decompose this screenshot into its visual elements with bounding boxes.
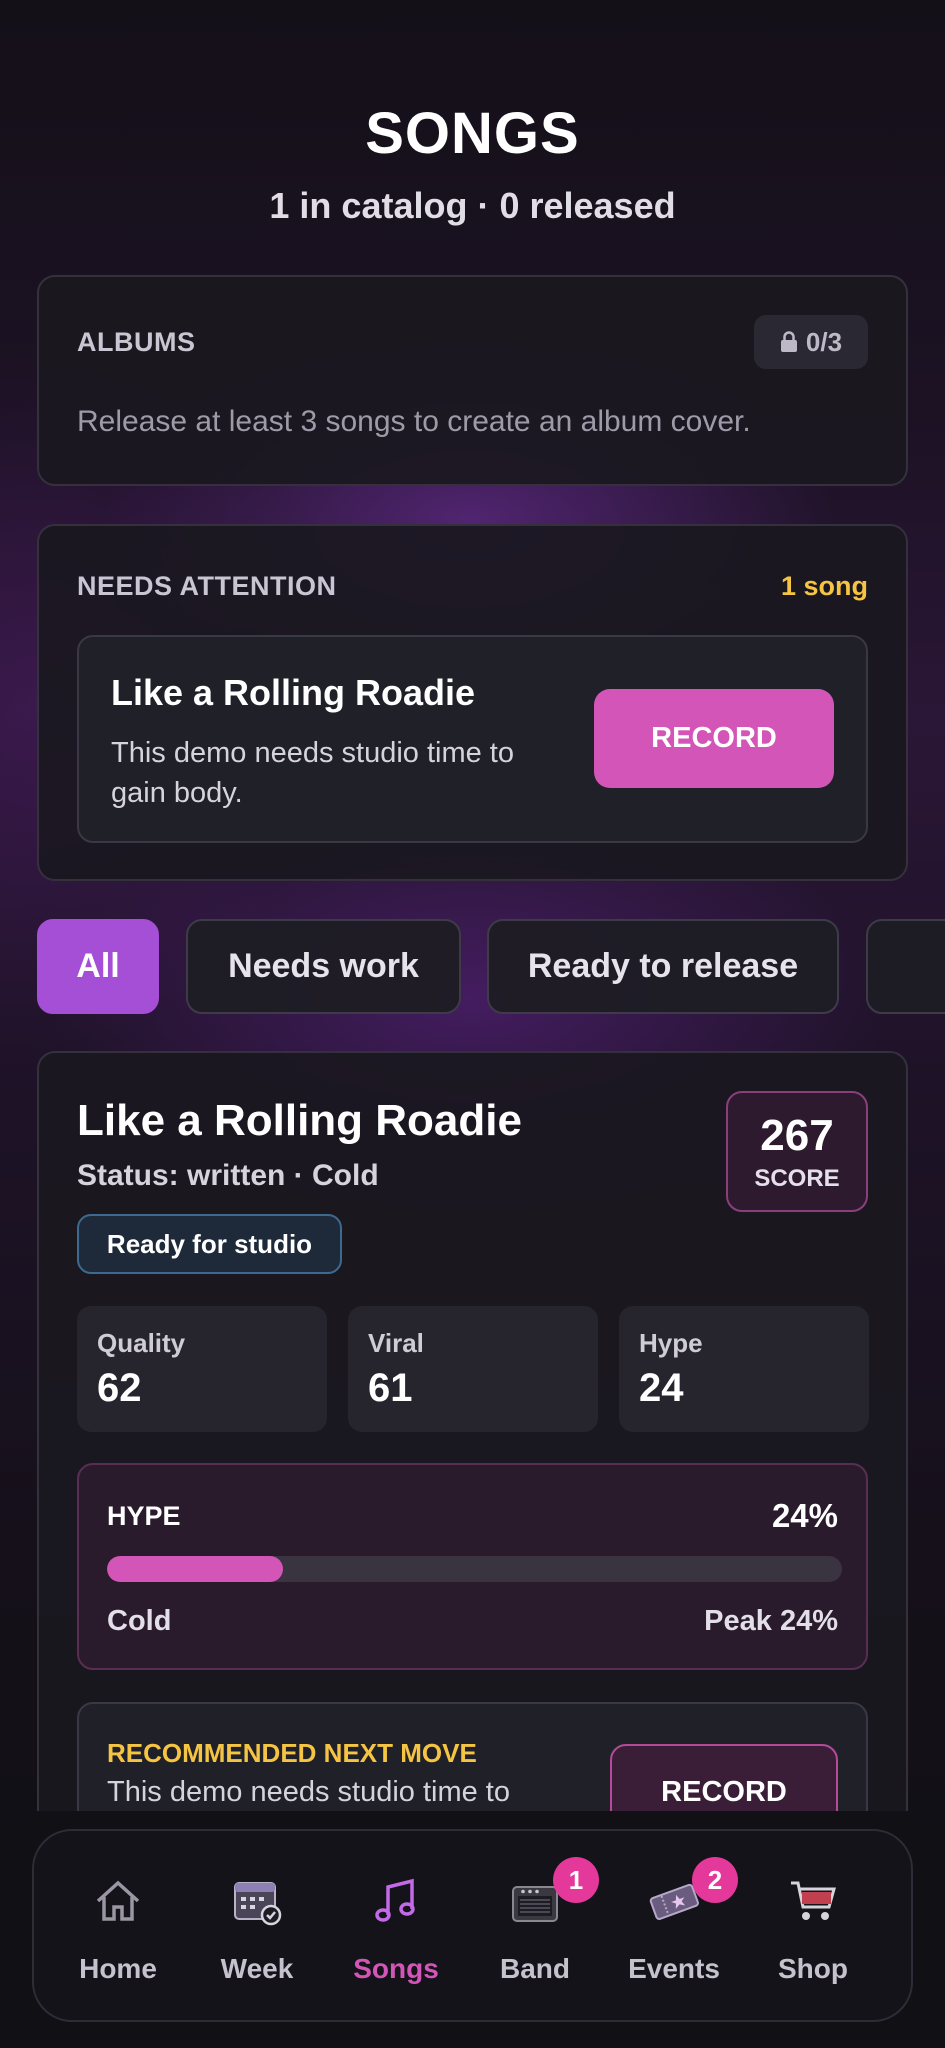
attention-song-description: This demo needs studio time to gain body… — [111, 737, 514, 809]
nav-item-shop[interactable]: Shop — [743, 1831, 883, 2024]
albums-label: ALBUMS — [77, 327, 196, 357]
needs-attention-count: 1 song — [780, 571, 868, 601]
album-lock-count: 0/3 — [805, 326, 843, 357]
nav-label: Home — [79, 1953, 157, 1984]
nav-item-events[interactable]: 2 Events — [604, 1831, 744, 2024]
status-badge: Ready for studio — [77, 1214, 342, 1274]
recommendation-description: This demo needs studio time to — [107, 1776, 510, 1808]
hype-percent: 24% — [771, 1497, 838, 1534]
nav-label: Shop — [778, 1953, 848, 1984]
score-value: 267 — [760, 1111, 834, 1160]
hype-progress-bar — [107, 1556, 842, 1582]
nav-item-band[interactable]: 1 Band — [465, 1831, 605, 2024]
nav-label: Band — [500, 1953, 570, 1984]
nav-label: Week — [220, 1953, 294, 1984]
page-header: SONGS 1 in catalog · 0 released — [0, 100, 945, 227]
hype-panel: HYPE 24% Cold Peak 24% — [77, 1463, 868, 1670]
calendar-icon — [234, 1882, 282, 1926]
events-notification-badge: 2 — [692, 1857, 738, 1903]
stat-viral: Viral 61 — [348, 1306, 598, 1432]
hype-peak: Peak 24% — [704, 1605, 838, 1637]
filter-chip-all[interactable]: All — [37, 919, 159, 1014]
recommendation-label: RECOMMENDED NEXT MOVE — [107, 1738, 477, 1768]
stat-value: 62 — [97, 1366, 142, 1410]
page-title: SONGS — [365, 101, 580, 166]
filter-chip-ready-to-release[interactable]: Ready to release — [487, 919, 839, 1014]
stat-quality: Quality 62 — [77, 1306, 327, 1432]
band-notification-badge: 1 — [553, 1857, 599, 1903]
score-label: SCORE — [754, 1165, 840, 1192]
stat-value: 61 — [368, 1366, 413, 1410]
hype-label: HYPE — [107, 1501, 181, 1531]
song-status: Status: written · Cold — [77, 1159, 379, 1192]
score-box: 267 SCORE — [726, 1091, 868, 1212]
bottom-nav-container: Home Week Songs 1 Band 2 Events Shop — [0, 1811, 945, 2048]
music-note-icon — [375, 1878, 415, 1922]
stat-label: Quality — [97, 1328, 186, 1358]
cart-icon — [791, 1881, 836, 1920]
stat-label: Hype — [639, 1328, 703, 1358]
filter-chips: All Needs work Ready to release — [37, 919, 945, 1014]
nav-label: Songs — [353, 1953, 439, 1984]
albums-card: ALBUMS 0/3 Release at least 3 songs to c… — [37, 275, 908, 486]
nav-item-home[interactable]: Home — [48, 1831, 188, 2024]
nav-item-week[interactable]: Week — [187, 1831, 327, 2024]
attention-record-button[interactable]: RECORD — [594, 689, 834, 788]
stat-hype: Hype 24 — [619, 1306, 869, 1432]
stat-label: Viral — [368, 1328, 424, 1358]
page-subtitle: 1 in catalog · 0 released — [269, 185, 676, 226]
bottom-nav: Home Week Songs 1 Band 2 Events Shop — [32, 1829, 913, 2022]
nav-item-songs[interactable]: Songs — [326, 1831, 466, 2024]
filter-chip-needs-work[interactable]: Needs work — [186, 919, 461, 1014]
needs-attention-label: NEEDS ATTENTION — [77, 571, 337, 601]
filter-chip-more[interactable] — [866, 919, 945, 1014]
lock-icon — [780, 331, 797, 352]
home-icon — [96, 1880, 140, 1921]
albums-description: Release at least 3 songs to create an al… — [77, 405, 751, 438]
hype-state: Cold — [107, 1605, 172, 1637]
nav-label: Events — [628, 1953, 720, 1984]
attention-song-item: Like a Rolling Roadie This demo needs st… — [77, 635, 868, 843]
song-title: Like a Rolling Roadie — [77, 1096, 522, 1145]
stat-value: 24 — [639, 1366, 684, 1410]
needs-attention-card: NEEDS ATTENTION 1 song Like a Rolling Ro… — [37, 524, 908, 881]
hype-progress-fill — [107, 1556, 284, 1582]
song-card[interactable]: Like a Rolling Roadie Status: written · … — [37, 1051, 908, 1922]
album-lock-pill: 0/3 — [754, 315, 868, 369]
attention-song-title: Like a Rolling Roadie — [111, 672, 476, 713]
